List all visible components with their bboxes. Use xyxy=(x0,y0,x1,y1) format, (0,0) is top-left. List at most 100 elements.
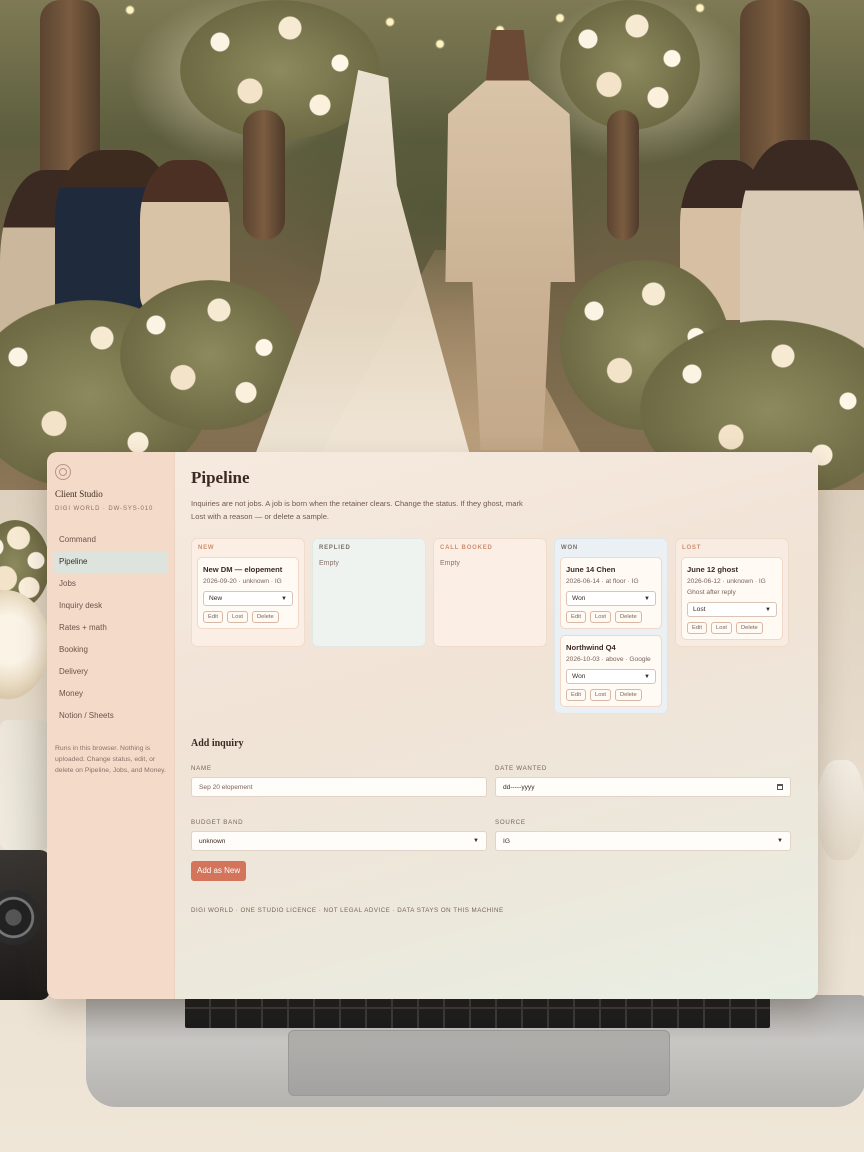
card-actions: Edit Lost Delete xyxy=(566,689,656,701)
source-field-group: SOURCE IG ▼ xyxy=(495,819,791,851)
laptop-keyboard xyxy=(185,998,770,1028)
edit-button[interactable]: Edit xyxy=(687,622,707,634)
status-select-value: Won xyxy=(572,595,586,602)
date-label: DATE WANTED xyxy=(495,765,548,772)
budget-select-value: unknown xyxy=(199,837,226,845)
column-heading: LOST xyxy=(682,545,702,551)
column-replied: REPLIED Empty xyxy=(312,538,426,647)
column-heading: CALL BOOKED xyxy=(440,545,493,551)
date-field-group: DATE WANTED dd-----yyyy xyxy=(495,765,791,797)
mark-lost-button[interactable]: Lost xyxy=(590,611,611,623)
inquiry-card: June 12 ghost 2026-06-12 · unknown · IG … xyxy=(681,557,783,640)
glass-vase xyxy=(0,720,48,850)
name-input-value: Sep 20 elopement xyxy=(199,783,253,791)
inquiry-card: New DM — elopement 2026-09-20 · unknown … xyxy=(197,557,299,629)
inquiry-card: Northwind Q4 2026-10-03 · above · Google… xyxy=(560,635,662,707)
edit-button[interactable]: Edit xyxy=(566,611,586,623)
sidebar-item-pipeline[interactable]: Pipeline xyxy=(53,551,168,573)
sidebar-item-money[interactable]: Money xyxy=(53,683,168,705)
card-meta: 2026-09-20 · unknown · IG xyxy=(203,578,282,585)
delete-button[interactable]: Delete xyxy=(251,611,279,623)
budget-select[interactable]: unknown ▼ xyxy=(191,831,487,851)
column-heading: WON xyxy=(561,545,579,551)
mark-lost-button[interactable]: Lost xyxy=(227,611,248,623)
delete-button[interactable]: Delete xyxy=(614,611,642,623)
add-as-new-button[interactable]: Add as New xyxy=(191,861,247,881)
card-actions: Edit Lost Delete xyxy=(203,611,293,623)
chevron-down-icon: ▼ xyxy=(281,595,287,602)
ceramic-vase xyxy=(818,760,864,860)
column-heading: NEW xyxy=(198,545,215,551)
add-inquiry-form: NAME Sep 20 elopement DATE WANTED dd----… xyxy=(191,765,791,851)
status-select-value: Lost xyxy=(693,606,706,613)
brand-name: Client Studio xyxy=(55,489,103,499)
calendar-icon[interactable] xyxy=(777,784,783,790)
card-meta: 2026-06-14 · at floor · IG xyxy=(566,578,639,585)
edit-button[interactable]: Edit xyxy=(566,689,586,701)
status-select[interactable]: Lost ▼ xyxy=(687,602,777,617)
sidebar: Client Studio DIGI WORLD · DW-SYS-010 Co… xyxy=(47,452,175,999)
status-select-value: Won xyxy=(572,673,586,680)
inquiry-card: June 14 Chen 2026-06-14 · at floor · IG … xyxy=(560,557,662,629)
empty-label: Empty xyxy=(440,560,460,567)
column-new: NEW New DM — elopement 2026-09-20 · unkn… xyxy=(191,538,305,647)
wedding-scene-photo xyxy=(0,0,864,500)
footer-note: DIGI WORLD · ONE STUDIO LICENCE · NOT LE… xyxy=(191,907,504,914)
main-content: Pipeline Inquiries are not jobs. A job i… xyxy=(175,452,818,999)
status-select[interactable]: New ▼ xyxy=(203,591,293,606)
status-select[interactable]: Won ▼ xyxy=(566,591,656,606)
budget-label: BUDGET BAND xyxy=(191,819,244,826)
source-label: SOURCE xyxy=(495,819,526,826)
card-actions: Edit Lost Delete xyxy=(687,622,777,634)
camera xyxy=(0,850,50,1000)
arch-post-left xyxy=(243,110,285,240)
status-select[interactable]: Won ▼ xyxy=(566,669,656,684)
mark-lost-button[interactable]: Lost xyxy=(590,689,611,701)
name-field-group: NAME Sep 20 elopement xyxy=(191,765,487,797)
page-title: Pipeline xyxy=(191,468,250,487)
source-select[interactable]: IG ▼ xyxy=(495,831,791,851)
card-actions: Edit Lost Delete xyxy=(566,611,656,623)
sidebar-item-notion-sheets[interactable]: Notion / Sheets xyxy=(53,705,168,727)
chevron-down-icon: ▼ xyxy=(777,838,783,844)
date-input-value: dd-----yyyy xyxy=(503,783,535,791)
string-lights xyxy=(0,0,864,60)
sidebar-note: Runs in this browser. Nothing is uploade… xyxy=(55,745,166,774)
page-description: Inquiries are not jobs. A job is born wh… xyxy=(191,499,523,521)
add-inquiry-title: Add inquiry xyxy=(191,738,244,749)
card-meta: 2026-06-12 · unknown · IG xyxy=(687,578,766,585)
chevron-down-icon: ▼ xyxy=(765,606,771,613)
lost-reason: Ghost after reply xyxy=(687,589,736,596)
sidebar-item-inquiry-desk[interactable]: Inquiry desk xyxy=(53,595,168,617)
status-select-value: New xyxy=(209,595,223,602)
delete-button[interactable]: Delete xyxy=(735,622,763,634)
card-title: June 12 ghost xyxy=(687,565,739,574)
brand-subtitle: DIGI WORLD · DW-SYS-010 xyxy=(55,506,154,512)
sidebar-item-rates-math[interactable]: Rates + math xyxy=(53,617,168,639)
card-meta: 2026-10-03 · above · Google xyxy=(566,656,651,663)
laptop-trackpad xyxy=(288,1030,670,1096)
mark-lost-button[interactable]: Lost xyxy=(711,622,732,634)
edit-button[interactable]: Edit xyxy=(203,611,223,623)
delete-button[interactable]: Delete xyxy=(614,689,642,701)
source-select-value: IG xyxy=(503,837,510,845)
sidebar-item-jobs[interactable]: Jobs xyxy=(53,573,168,595)
chevron-down-icon: ▼ xyxy=(473,838,479,844)
column-heading: REPLIED xyxy=(319,545,351,551)
column-call-booked: CALL BOOKED Empty xyxy=(433,538,547,647)
card-title: Northwind Q4 xyxy=(566,643,616,652)
chevron-down-icon: ▼ xyxy=(644,595,650,602)
sidebar-item-delivery[interactable]: Delivery xyxy=(53,661,168,683)
card-title: New DM — elopement xyxy=(203,565,283,574)
sidebar-item-command[interactable]: Command xyxy=(53,529,168,551)
chevron-down-icon: ▼ xyxy=(644,673,650,680)
sidebar-nav: Command Pipeline Jobs Inquiry desk Rates… xyxy=(53,529,168,727)
card-title: June 14 Chen xyxy=(566,565,616,574)
name-label: NAME xyxy=(191,765,212,772)
pipeline-board: NEW New DM — elopement 2026-09-20 · unkn… xyxy=(191,538,791,714)
date-input[interactable]: dd-----yyyy xyxy=(495,777,791,797)
sidebar-item-booking[interactable]: Booking xyxy=(53,639,168,661)
budget-field-group: BUDGET BAND unknown ▼ xyxy=(191,819,487,851)
logo-icon xyxy=(55,464,71,480)
name-input[interactable]: Sep 20 elopement xyxy=(191,777,487,797)
